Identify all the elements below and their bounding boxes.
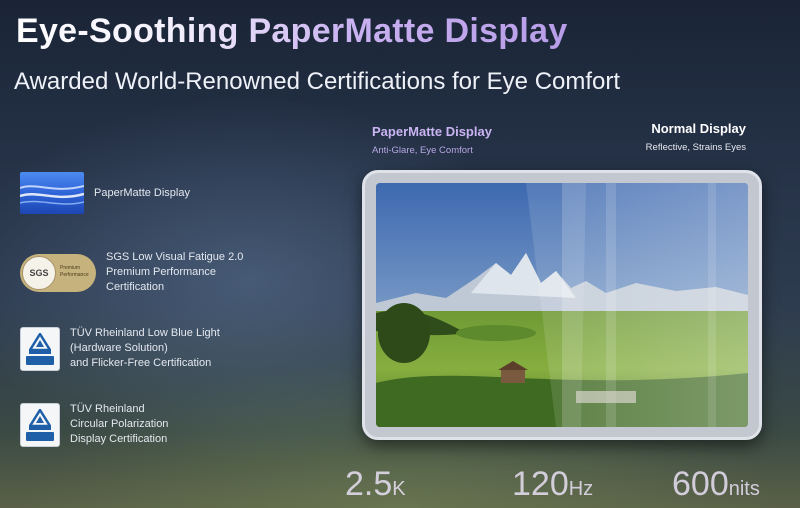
tablet-screen-landscape	[376, 183, 748, 427]
cert-line: SGS Low Visual Fatigue 2.0	[106, 251, 244, 263]
spec-value: 600	[672, 465, 729, 503]
spec-unit: K	[392, 478, 406, 500]
cert-text: TÜV Rheinland Circular Polarization Disp…	[70, 402, 168, 447]
normal-display-label: Normal Display Reflective, Strains Eyes	[646, 121, 746, 153]
cert-line: Display Certification	[70, 433, 168, 445]
cert-text: TÜV Rheinland Low Blue Light (Hardware S…	[70, 326, 220, 371]
spec-brightness: 600nits	[672, 465, 760, 504]
tablet-device	[362, 170, 762, 440]
cert-text: SGS Low Visual Fatigue 2.0 Premium Perfo…	[106, 250, 243, 295]
sgs-tag-line: Performance	[60, 271, 89, 278]
cert-text: PaperMatte Display	[94, 186, 190, 201]
normal-display-label-subtitle: Reflective, Strains Eyes	[645, 142, 746, 153]
tuv-badge-icon	[20, 326, 60, 371]
spec-unit: Hz	[568, 478, 594, 500]
spec-value: 120	[512, 465, 569, 503]
cert-line: TÜV Rheinland Low Blue Light	[70, 327, 220, 339]
cert-line: PaperMatte Display	[94, 186, 190, 199]
papermatte-label-title: PaperMatte Display	[372, 124, 492, 139]
papermatte-label-subtitle: Anti-Glare, Eye Comfort	[372, 145, 473, 156]
papermatte-label: PaperMatte Display Anti-Glare, Eye Comfo…	[372, 124, 492, 156]
spec-value: 2.5	[345, 465, 393, 503]
cert-item-tuv-polarization: TÜV Rheinland Circular Polarization Disp…	[20, 402, 168, 447]
page-subtitle: Awarded World-Renowned Certifications fo…	[14, 68, 621, 95]
cert-line: (Hardware Solution)	[70, 342, 168, 354]
cert-line: Premium Performance	[106, 266, 217, 278]
spec-unit: nits	[728, 478, 760, 500]
cert-item-papermatte: PaperMatte Display	[20, 172, 190, 214]
spec-bar: 2.5K 120Hz 600nits	[0, 462, 800, 508]
page-title: Eye-Soothing PaperMatte Display	[16, 12, 568, 50]
normal-display-label-title: Normal Display	[651, 121, 746, 136]
cert-item-tuv-blue-light: TÜV Rheinland Low Blue Light (Hardware S…	[20, 326, 220, 371]
cert-item-sgs: SGS Premium Performance SGS Low Visual F…	[20, 250, 243, 295]
sgs-circle: SGS	[22, 255, 56, 290]
tuv-badge-icon	[20, 402, 60, 447]
spec-resolution: 2.5K	[345, 465, 406, 504]
cert-line: Circular Polarization	[70, 418, 169, 430]
cert-line: TÜV Rheinland	[70, 403, 145, 415]
cert-line: and Flicker-Free Certification	[70, 357, 212, 369]
spec-refresh-rate: 120Hz	[512, 465, 593, 504]
sgs-badge-icon: SGS Premium Performance	[20, 253, 96, 292]
papermatte-logo-icon	[20, 172, 84, 214]
sgs-tag-line: Premium	[60, 264, 81, 271]
cert-line: Certification	[106, 281, 165, 293]
sgs-tag: Premium Performance	[60, 265, 89, 279]
